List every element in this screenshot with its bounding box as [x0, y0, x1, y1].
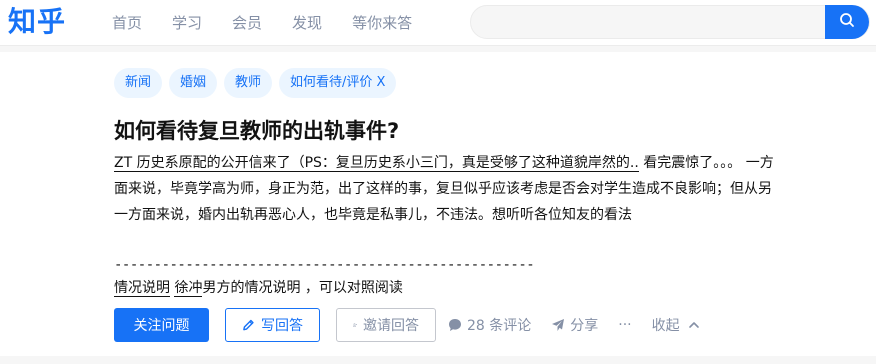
main-nav: 首页 学习 会员 发现 等你来答: [112, 0, 442, 46]
reference-text: 男方的情况说明 ，可以对照阅读: [202, 280, 403, 296]
collapse-label: 收起: [651, 318, 680, 334]
pencil-icon: [243, 319, 254, 331]
nav-vip[interactable]: 会员: [232, 0, 262, 46]
nav-home[interactable]: 首页: [112, 0, 142, 46]
nav-discover[interactable]: 发现: [292, 0, 322, 46]
search-icon: [839, 12, 855, 32]
share-icon: [552, 319, 565, 331]
chevron-up-icon: [688, 322, 699, 328]
reference-line: 情况说明 徐冲男方的情况说明 ，可以对照阅读: [114, 275, 403, 301]
invite-answer-label: 邀请回答: [363, 318, 419, 334]
follow-question-button[interactable]: 关注问题: [114, 308, 209, 342]
question-actions: 关注问题 写回答 邀请回答 28 条评论 分享 ··· 收起: [114, 308, 725, 342]
reference-link-statement[interactable]: 情况说明: [114, 280, 170, 297]
zhihu-logo[interactable]: 知乎: [8, 3, 66, 41]
more-icon: ···: [618, 317, 632, 333]
write-answer-button[interactable]: 写回答: [225, 308, 320, 342]
search-button[interactable]: [825, 5, 869, 39]
detail-link[interactable]: ZT 历史系原配的公开信来了（PS：复旦历史系小三门，真是受够了这种道貌岸然的.…: [114, 155, 639, 172]
search-box: [470, 5, 870, 39]
question-title: 如何看待复旦教师的出轨事件?: [114, 119, 400, 143]
nav-learn[interactable]: 学习: [172, 0, 202, 46]
more-button[interactable]: ···: [618, 317, 631, 333]
share-button[interactable]: 分享: [551, 315, 598, 335]
page-background-strip: [0, 356, 876, 364]
nav-waiting-answers[interactable]: 等你来答: [352, 0, 412, 46]
comment-icon: [449, 319, 461, 331]
search-input[interactable]: [485, 6, 815, 38]
share-label: 分享: [570, 318, 599, 334]
question-header-card: 新闻 婚姻 教师 如何看待/评价 X 如何看待复旦教师的出轨事件? ZT 历史系…: [0, 52, 876, 356]
top-bar: 知乎 首页 学习 会员 发现 等你来答: [0, 0, 876, 46]
topic-tag-news[interactable]: 新闻: [114, 68, 163, 98]
write-answer-label: 写回答: [261, 318, 303, 334]
reference-link-person[interactable]: 徐冲: [174, 280, 203, 297]
invite-user-icon: [353, 323, 357, 327]
comments-count: 28 条评论: [467, 318, 532, 334]
topic-tag-marriage[interactable]: 婚姻: [169, 68, 218, 98]
invite-answer-button[interactable]: 邀请回答: [336, 308, 436, 342]
comments-button[interactable]: 28 条评论: [448, 315, 531, 335]
topic-tag-teacher[interactable]: 教师: [224, 68, 273, 98]
topic-tags: 新闻 婚姻 教师 如何看待/评价 X: [114, 68, 403, 98]
collapse-button[interactable]: 收起: [652, 315, 705, 335]
topic-tag-how-to-view[interactable]: 如何看待/评价 X: [279, 68, 397, 98]
question-detail: ZT 历史系原配的公开信来了（PS：复旦历史系小三门，真是受够了这种道貌岸然的.…: [114, 150, 784, 228]
